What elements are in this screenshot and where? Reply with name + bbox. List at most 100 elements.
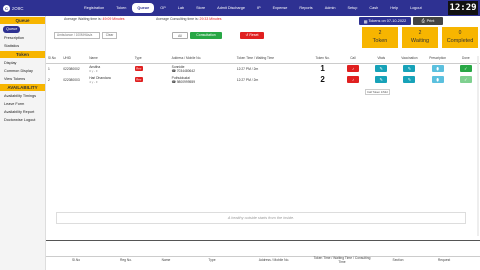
- printer-icon: ⎙: [421, 19, 425, 23]
- type-badge: Rev: [134, 66, 143, 72]
- nav-admin[interactable]: Admin: [319, 0, 342, 16]
- cell-token: 1: [306, 63, 339, 74]
- done-button[interactable]: ✓: [459, 65, 472, 73]
- clear-button[interactable]: Clear: [102, 32, 117, 39]
- nav-expense[interactable]: Expense: [267, 0, 294, 16]
- patient-mobile: ☎ 9800999559: [172, 80, 233, 84]
- mobile-number: 9800999559: [176, 79, 196, 84]
- cell-vaccination: ✎: [395, 63, 423, 74]
- search-input[interactable]: Ambulance / 100MHAs/a: [54, 32, 100, 39]
- cell-address: Puthukkudai ☎ 9800999559: [170, 74, 235, 85]
- nav-setup[interactable]: Setup: [341, 0, 363, 16]
- cell-prescription: ⬮: [424, 63, 452, 74]
- divider: [46, 240, 480, 241]
- prescription-button[interactable]: ⬮: [431, 65, 444, 73]
- token-date-label: Tokens on 07-10-2022: [368, 19, 407, 23]
- main-nav: Registration Token Queue OP Lab Store Ad…: [78, 0, 428, 16]
- cell-vaccination: ✎: [395, 74, 423, 85]
- queue-table-header: Sl.No UHID Name Type Address / Mobile No…: [46, 53, 480, 64]
- avg-wait-label: Average Waiting time is:: [64, 17, 102, 21]
- col-name: Name: [87, 53, 133, 64]
- vaccination-button[interactable]: ✎: [403, 76, 416, 83]
- col-prescription: Prescription: [423, 53, 452, 64]
- col-done: Done: [451, 53, 480, 64]
- nav-admit-discharge[interactable]: Admit Discharge: [211, 0, 251, 16]
- calendar-icon: ▦: [363, 19, 368, 24]
- check-icon: ✓: [464, 66, 468, 72]
- nav-help[interactable]: Help: [384, 0, 404, 16]
- call-bell-button[interactable]: ♪: [347, 76, 359, 83]
- cell-slno: 1: [48, 66, 50, 71]
- bottom-col-regno: Reg No.: [119, 258, 133, 262]
- phone-icon: ☎: [171, 79, 176, 84]
- bottom-col-section: Section: [392, 258, 404, 262]
- token-number: 2: [320, 75, 325, 84]
- queue-table: Sl.No UHID Name Type Address / Mobile No…: [46, 53, 480, 85]
- stat-token-count: 2: [378, 30, 382, 36]
- cell-type: Rev: [133, 74, 170, 85]
- phone-icon: ☎: [171, 68, 176, 73]
- sidebar-item-display[interactable]: Display: [0, 59, 45, 67]
- nav-op[interactable]: OP: [154, 0, 172, 16]
- cell-token: 2: [306, 74, 339, 85]
- done-button[interactable]: ✓: [459, 76, 472, 83]
- cell-uhid: 022080002: [63, 66, 80, 71]
- nav-token[interactable]: Token: [110, 0, 132, 16]
- reset-label: Reset: [249, 33, 259, 37]
- syringe-icon: ✎: [407, 66, 412, 72]
- sidebar-item-availability-report[interactable]: Availability Report: [0, 108, 45, 116]
- sidebar-item-view-tokens[interactable]: View Tokens: [0, 75, 45, 83]
- nav-reports[interactable]: Reports: [293, 0, 318, 16]
- sidebar-head-queue: Queue: [0, 17, 45, 24]
- sidebar-item-leave-form[interactable]: Leave Form: [0, 100, 45, 108]
- check-icon: ✓: [464, 77, 468, 82]
- health-quote: A healthy outside starts from the inside…: [56, 212, 466, 224]
- table-row: 2 022080003 Hari Dhandara 4 y - F Rev Put…: [46, 74, 480, 85]
- vaccination-button[interactable]: ✎: [403, 65, 416, 73]
- stat-completed-label: Completed: [446, 38, 474, 44]
- stat-waiting-count: 2: [418, 30, 422, 36]
- nav-logout[interactable]: Logout: [404, 0, 428, 16]
- sidebar-item-queue[interactable]: Queue: [3, 26, 21, 33]
- col-uhid: UHID: [61, 53, 88, 64]
- cell-time: 12:27 PM / 2m: [236, 77, 259, 82]
- call-bell-button[interactable]: ♪: [347, 65, 359, 73]
- reset-icon: ↺: [245, 33, 249, 37]
- nav-queue[interactable]: Queue: [132, 3, 155, 13]
- cell-done: ✓: [452, 74, 480, 85]
- main-content: Average Waiting time is: 49:09 Minutes A…: [46, 16, 480, 270]
- sidebar-item-doctorwise-logout[interactable]: Doctorwise Logout: [0, 116, 45, 124]
- cell-vitals: ✎: [367, 74, 395, 85]
- nav-lab[interactable]: Lab: [172, 0, 190, 16]
- token-date-button[interactable]: ▦ Tokens on 07-10-2022: [359, 17, 411, 25]
- sidebar-item-common-display[interactable]: Common Display: [0, 67, 45, 75]
- patient-age-sex: 4 y - F: [89, 79, 98, 84]
- reset-button[interactable]: ↺ Reset: [240, 32, 264, 39]
- sidebar-item-availability-timings[interactable]: Availability Timings: [0, 92, 45, 100]
- vitals-button[interactable]: ✎: [375, 65, 388, 73]
- mobile-number: 7034480642: [176, 68, 196, 73]
- nav-ip[interactable]: IP: [251, 0, 267, 16]
- filter-all-button[interactable]: All: [172, 32, 188, 39]
- sidebar-item-prescription[interactable]: Prescription: [0, 34, 45, 42]
- vitals-button[interactable]: ✎: [375, 76, 388, 83]
- nav-registration[interactable]: Registration: [78, 0, 110, 16]
- sidebar-item-statistics[interactable]: Statistics: [0, 42, 45, 50]
- stat-completed-count: 0: [458, 30, 462, 36]
- bottom-col-address: Address / Mobile No.: [258, 258, 290, 262]
- table-row: 1 022080002 Ansitha 0 y - F Rev Sunnidie ☎…: [46, 63, 480, 74]
- print-button[interactable]: ⎙ Print: [413, 17, 443, 25]
- call-tooltip: Call Token 1/Mid: [365, 89, 390, 95]
- sidebar-head-token: Token: [0, 51, 45, 58]
- nav-cash[interactable]: Cash: [363, 0, 384, 16]
- brand[interactable]: C zOIIC: [3, 3, 24, 13]
- pill-icon: ⬮: [436, 77, 439, 82]
- scrollbar[interactable]: [477, 56, 479, 236]
- col-address: Address / Mobile No.: [169, 53, 235, 64]
- prescription-button[interactable]: ⬮: [431, 76, 444, 83]
- stat-waiting: 2 Waiting: [402, 27, 438, 48]
- filter-consultation-button[interactable]: Consultation: [190, 32, 222, 39]
- token-number: 1: [320, 64, 325, 74]
- nav-store[interactable]: Store: [190, 0, 211, 16]
- stat-waiting-label: Waiting: [410, 38, 430, 44]
